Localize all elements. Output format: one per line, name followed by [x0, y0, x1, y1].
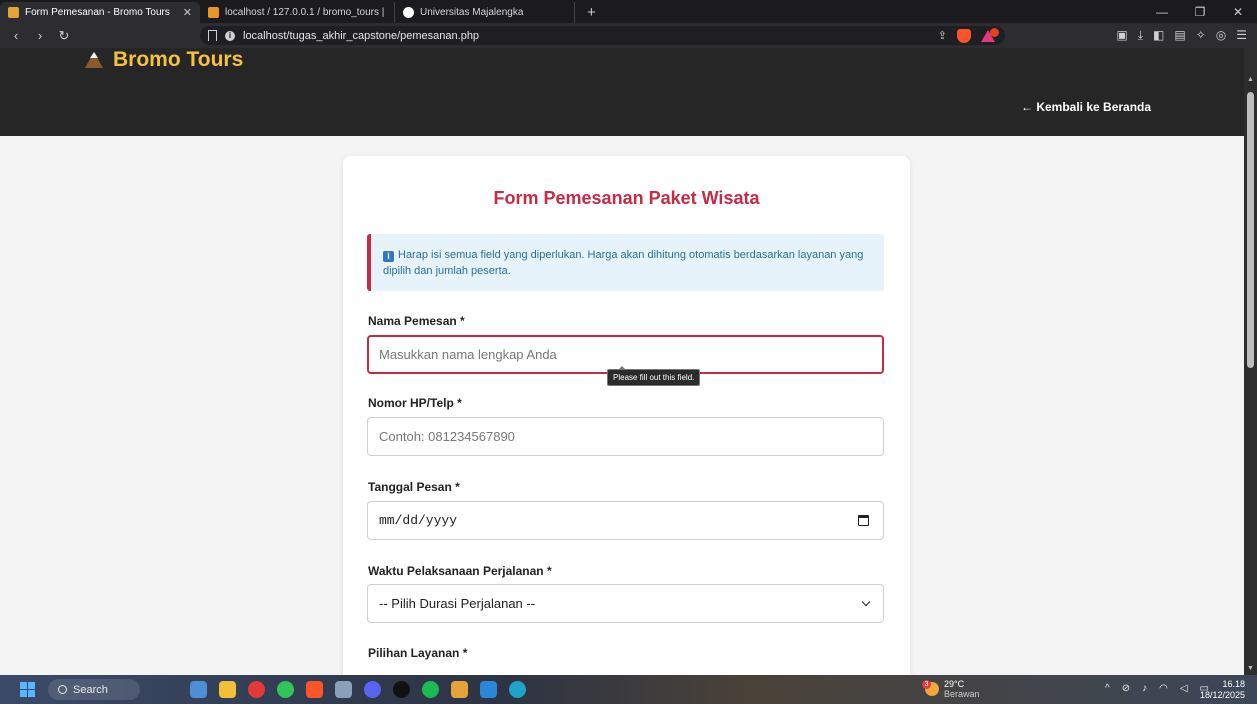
brave-shields-icon[interactable] — [957, 28, 971, 43]
layanan-label: Pilihan Layanan * — [368, 646, 468, 660]
back-to-home-link[interactable]: ← Kembali ke Beranda — [1021, 100, 1151, 114]
tanggal-label: Tanggal Pesan * — [368, 480, 460, 494]
back-icon[interactable]: ‹ — [8, 28, 24, 43]
taskbar-apps — [190, 681, 526, 698]
nomor-hp-input[interactable] — [367, 417, 884, 456]
weather-desc: Berawan — [944, 689, 980, 699]
discord-icon[interactable] — [364, 681, 381, 698]
forward-icon[interactable]: › — [32, 28, 48, 43]
scrollbar-thumb[interactable] — [1247, 92, 1254, 368]
weather-widget[interactable]: 3 29°C Berawan — [922, 679, 980, 699]
sidebar-icon[interactable]: ◧ — [1153, 28, 1164, 43]
tab-label: Universitas Majalengka — [420, 7, 524, 18]
form-title: Form Pemesanan Paket Wisata — [493, 188, 760, 208]
calendar-icon[interactable] — [858, 515, 869, 526]
windows-taskbar: Search 3 29°C Berawan ^ ⊘ ♪ ◠ ◁ ▭ 16.18 … — [0, 675, 1257, 704]
system-tray: ^ ⊘ ♪ ◠ ◁ ▭ — [1105, 683, 1209, 694]
info-icon: i — [383, 251, 394, 262]
clock-date: 18/12/2025 — [1199, 690, 1245, 700]
mountain-icon — [85, 52, 103, 68]
durasi-perjalanan-select[interactable]: -- Pilih Durasi Perjalanan -- — [367, 584, 884, 623]
select-value: -- Pilih Durasi Perjalanan -- — [379, 596, 536, 611]
site-info-icon[interactable]: i — [225, 30, 235, 41]
download-icon[interactable]: ⤓ — [1138, 28, 1143, 43]
tab-phpmyadmin[interactable]: localhost / 127.0.0.1 / bromo_tours | — [200, 2, 395, 23]
phpmyadmin-icon — [208, 7, 219, 18]
page-scrollbar[interactable]: ▲ ▼ — [1244, 48, 1257, 675]
alert-text: Harap isi semua field yang diperlukan. H… — [383, 249, 864, 277]
waktu-label: Waktu Pelaksanaan Perjalanan * — [368, 564, 552, 578]
edge-icon[interactable] — [509, 681, 526, 698]
address-bar-row: ‹ › ↻ i localhost/tugas_akhir_capstone/p… — [0, 23, 1257, 48]
search-icon — [58, 685, 67, 694]
date-value: mm/dd/yyyy — [379, 513, 458, 528]
microphone-icon[interactable]: ♪ — [1142, 683, 1147, 694]
vscode-icon[interactable] — [480, 681, 497, 698]
windows-start-icon[interactable] — [20, 682, 35, 697]
validation-tooltip: Please fill out this field. — [607, 366, 701, 386]
taskbar-clock[interactable]: 16.18 18/12/2025 — [1200, 679, 1245, 701]
opera-icon[interactable] — [248, 681, 265, 698]
site-brand[interactable]: Bromo Tours — [85, 48, 243, 72]
whatsapp-icon[interactable] — [277, 681, 294, 698]
wifi-icon[interactable]: ◠ — [1159, 683, 1168, 694]
new-tab-button[interactable]: + — [575, 2, 608, 23]
tab-form-pemesanan[interactable]: Form Pemesanan - Bromo Tours ✕ — [0, 2, 200, 23]
brave-rewards-icon[interactable] — [981, 27, 999, 42]
github-icon — [403, 7, 414, 18]
scroll-down-icon[interactable]: ▼ — [1247, 665, 1254, 672]
search-label: Search — [73, 683, 108, 696]
vpn-icon[interactable]: ◎ — [1216, 28, 1226, 43]
volume-icon[interactable]: ◁ — [1180, 683, 1188, 694]
share-icon[interactable]: ⇪ — [938, 29, 947, 42]
tanggal-pesan-input[interactable]: mm/dd/yyyy — [367, 501, 884, 540]
tab-favicon-icon — [8, 7, 19, 18]
tab-label: localhost / 127.0.0.1 / bromo_tours | — [225, 7, 385, 18]
chevron-up-icon[interactable]: ^ — [1105, 683, 1110, 694]
tab-universitas-majalengka[interactable]: Universitas Majalengka — [395, 2, 575, 23]
page-viewport: Bromo Tours ← Kembali ke Beranda Form Pe… — [0, 48, 1257, 675]
brand-name: Bromo Tours — [113, 48, 244, 71]
network-off-icon[interactable]: ⊘ — [1122, 683, 1130, 694]
reload-icon[interactable]: ↻ — [56, 28, 72, 44]
tab-label: Form Pemesanan - Bromo Tours — [25, 7, 170, 18]
wallet-icon[interactable]: ▤ — [1174, 28, 1185, 43]
chevron-down-icon — [861, 597, 871, 607]
weather-temp: 29°C — [944, 679, 965, 689]
spotify-icon[interactable] — [422, 681, 439, 698]
scroll-up-icon[interactable]: ▲ — [1247, 76, 1254, 83]
brave-icon[interactable] — [306, 681, 323, 698]
tiktok-icon[interactable] — [393, 681, 410, 698]
restore-icon[interactable]: ❐ — [1181, 5, 1219, 19]
widgets-icon[interactable] — [190, 681, 207, 698]
photos-icon[interactable] — [335, 681, 352, 698]
browser-toolbar: ▣ ⤓ ◧ ▤ ✧ ◎ ☰ — [1116, 28, 1247, 43]
close-icon[interactable]: ✕ — [183, 6, 192, 19]
file-explorer-icon[interactable] — [219, 681, 236, 698]
reader-icon[interactable]: ▣ — [1116, 28, 1127, 43]
leo-icon[interactable]: ✧ — [1196, 28, 1206, 43]
nama-label: Nama Pemesan * — [368, 314, 465, 328]
notification-badge — [990, 27, 999, 37]
bookmark-icon[interactable] — [208, 30, 217, 41]
taskbar-search[interactable]: Search — [48, 679, 140, 700]
url-text: localhost/tugas_akhir_capstone/pemesanan… — [243, 29, 480, 42]
close-window-icon[interactable]: ✕ — [1219, 5, 1257, 19]
app-icon[interactable] — [451, 681, 468, 698]
info-alert: i Harap isi semua field yang diperlukan. … — [367, 234, 884, 291]
url-field[interactable]: i localhost/tugas_akhir_capstone/pemesan… — [200, 26, 1005, 45]
minimize-icon[interactable]: — — [1143, 5, 1181, 19]
browser-tab-strip: Form Pemesanan - Bromo Tours ✕ localhost… — [0, 0, 1257, 23]
weather-badge: 3 — [922, 680, 931, 689]
clock-time: 16.18 — [1222, 679, 1245, 689]
menu-icon[interactable]: ☰ — [1236, 28, 1247, 43]
booking-form-card: Form Pemesanan Paket Wisata i Harap isi s… — [343, 156, 910, 675]
window-controls: — ❐ ✕ — [1143, 0, 1257, 23]
weather-icon: 3 — [922, 680, 939, 696]
hp-label: Nomor HP/Telp * — [368, 396, 462, 410]
